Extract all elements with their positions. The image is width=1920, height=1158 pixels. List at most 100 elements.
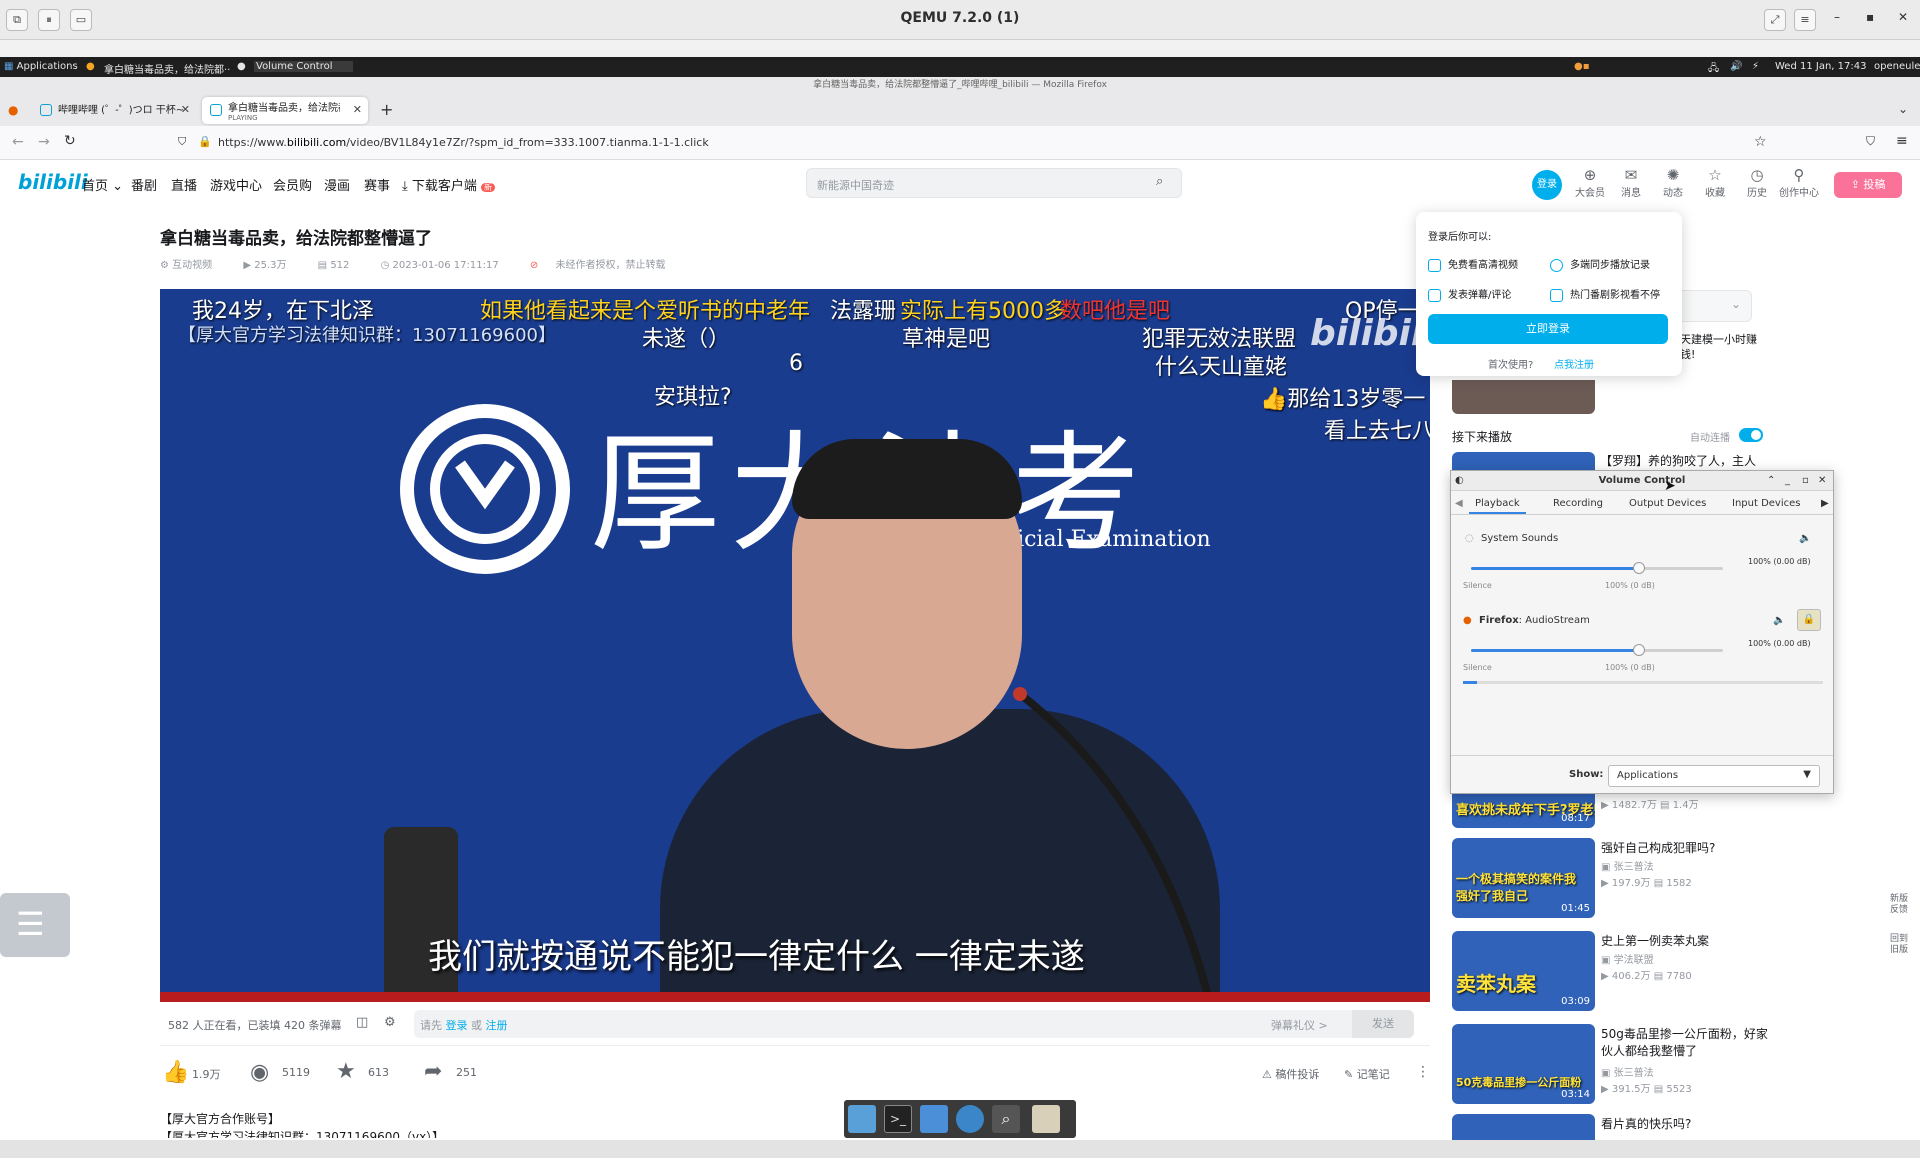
dm-register-link[interactable]: 注册 <box>486 1019 508 1032</box>
danmaku-input[interactable]: 请先 登录 或 注册 弹幕礼仪 > 发送 <box>414 1010 1414 1038</box>
url-bar[interactable]: https://www.bilibili.com/video/BV1L84y1e… <box>218 131 1813 155</box>
window-maximize-icon[interactable]: ▫ <box>1802 471 1809 491</box>
folder-icon[interactable] <box>1032 1105 1060 1133</box>
app-menu-icon[interactable]: ≡ <box>1896 133 1908 149</box>
tab-playback[interactable]: Playback <box>1469 498 1526 514</box>
autoplay-toggle[interactable] <box>1739 428 1763 442</box>
nav-match[interactable]: 赛事 <box>364 175 390 194</box>
volume-titlebar[interactable]: ◐ Volume Control ⌃ _ ▫ ✕ <box>1451 471 1833 491</box>
danmaku-etiquette[interactable]: 弹幕礼仪 > <box>1271 1017 1328 1033</box>
slider-knob[interactable] <box>1632 562 1645 574</box>
back-icon[interactable]: ← <box>12 134 24 150</box>
header-dynamic[interactable]: ✺ 动态 <box>1653 166 1693 199</box>
qemu-minimize-icon[interactable]: – <box>1834 10 1840 24</box>
tray-firefox-icon[interactable]: ●▪ <box>1574 61 1590 72</box>
nav-anime[interactable]: 番剧 <box>131 175 157 194</box>
reco-item[interactable]: 50克毒品里掺一公斤面粉 03:14 50g毒品里掺一公斤面粉，好家伙人都给我整懵… <box>1452 1024 1768 1104</box>
video-player[interactable]: 厚大法考 Judicial Examination 我24岁，在下北泽 如果他看… <box>160 289 1430 1002</box>
favorite-star-icon[interactable]: ★ <box>336 1059 356 1084</box>
window-close-icon[interactable]: ✕ <box>1818 471 1826 491</box>
tab-close-icon[interactable]: ✕ <box>181 103 190 116</box>
old-version-link[interactable]: 回到旧版 <box>1890 934 1912 956</box>
qemu-maximize-icon[interactable]: ▪ <box>1866 10 1874 24</box>
header-message[interactable]: ✉ 消息 <box>1611 166 1651 199</box>
qemu-fullscreen-icon[interactable]: ⤢ <box>1764 9 1786 31</box>
mute-icon[interactable]: 🔈 <box>1773 615 1785 626</box>
tab-bilibili-home[interactable]: 哔哩哔哩 (゜-゜)つロ 干杯~ ✕ <box>32 97 196 124</box>
feedback-link[interactable]: 新版反馈 <box>1890 894 1912 916</box>
lock-channels-icon[interactable]: 🔒 <box>1797 609 1821 631</box>
bilibili-logo[interactable]: bilibili <box>18 170 88 194</box>
applications-menu[interactable]: ▦ Applications <box>4 61 78 72</box>
like-icon[interactable]: 👍 <box>162 1060 189 1085</box>
network-icon[interactable]: 🖧 <box>1708 61 1719 78</box>
lock-icon[interactable]: 🔒 <box>198 135 212 148</box>
reco-item[interactable]: 看片真的快乐吗? <box>1452 1114 1752 1140</box>
send-button[interactable]: 发送 <box>1352 1010 1414 1038</box>
power-icon[interactable]: ⚡ <box>1752 61 1759 72</box>
show-select[interactable]: Applications ▼ <box>1608 765 1820 787</box>
progress-bar[interactable] <box>160 992 1430 1002</box>
nav-game[interactable]: 游戏中心 <box>210 175 262 194</box>
forward-icon[interactable]: → <box>38 134 50 150</box>
list-tabs-icon[interactable]: ⌄ <box>1898 102 1908 116</box>
coin-icon[interactable]: ◉ <box>250 1060 269 1085</box>
partial-thumbnail[interactable] <box>1452 380 1595 414</box>
firefox-stream-slider[interactable] <box>1471 644 1723 656</box>
nav-download[interactable]: ⤓ 下载客户端 新 <box>402 175 496 194</box>
register-link[interactable]: 点我注册 <box>1554 356 1594 371</box>
qemu-close-icon[interactable]: ✕ <box>1898 10 1908 24</box>
floating-menu-button[interactable]: ☰ <box>0 893 70 957</box>
header-history[interactable]: ◷ 历史 <box>1737 166 1777 199</box>
window-shade-icon[interactable]: ⌃ <box>1767 471 1775 491</box>
system-sounds-slider[interactable] <box>1471 562 1723 574</box>
search-icon[interactable]: ⌕ <box>1156 174 1163 189</box>
tabs-scroll-right-icon[interactable]: ▶ <box>1821 498 1829 509</box>
app-finder-icon[interactable]: ⌕ <box>992 1105 1020 1133</box>
partial-video-title[interactable]: 天建模一小时赚钱! <box>1680 332 1766 362</box>
pocket-icon[interactable]: ⛉ <box>1866 134 1875 149</box>
qemu-hamburger-icon[interactable]: ≡ <box>1794 9 1816 31</box>
next-video-title[interactable]: 【罗翔】养的狗咬了人，主人 <box>1600 452 1756 469</box>
tabs-scroll-left-icon[interactable]: ◀ <box>1455 498 1463 509</box>
task-firefox[interactable]: 拿白糖当毒品卖，给法院都··· <box>104 61 230 76</box>
bookmark-star-icon[interactable]: ☆ <box>1754 134 1767 150</box>
panel-clock[interactable]: Wed 11 Jan, 17:43 <box>1775 61 1866 72</box>
header-vip[interactable]: ⊕ 大会员 <box>1570 166 1610 199</box>
mute-icon[interactable]: 🔈 <box>1799 533 1811 544</box>
speaker-icon[interactable]: 🔊 <box>1730 61 1742 72</box>
upload-button[interactable]: ⇪ 投稿 <box>1834 172 1902 198</box>
new-tab-icon[interactable]: + <box>380 100 393 119</box>
tab-close-icon[interactable]: ✕ <box>353 103 362 116</box>
nav-home[interactable]: 首页 ⌄ <box>82 175 123 194</box>
web-browser-icon[interactable] <box>956 1105 984 1133</box>
notes-link[interactable]: ✎ 记笔记 <box>1344 1066 1390 1082</box>
nav-manga[interactable]: 漫画 <box>324 175 350 194</box>
tab-output-devices[interactable]: Output Devices <box>1629 498 1706 509</box>
slider-knob[interactable] <box>1632 644 1645 656</box>
nav-mall[interactable]: 会员购 <box>273 175 312 194</box>
danmaku-toggle-icon[interactable]: ◫ <box>356 1015 368 1030</box>
report-link[interactable]: ⚠ 稿件投诉 <box>1262 1066 1319 1082</box>
reco-item[interactable]: 卖苯丸案 03:09 史上第一例卖苯丸案 ▣ 学法联盟 ▶ 406.2万 ▤ 77… <box>1452 931 1752 1011</box>
share-icon[interactable]: ➦ <box>424 1059 442 1084</box>
nav-live[interactable]: 直播 <box>171 175 197 194</box>
terminal-icon[interactable]: >_ <box>884 1105 912 1133</box>
tab-recording[interactable]: Recording <box>1553 498 1603 509</box>
reco-item[interactable]: 一个极其搞笑的案件我强奸了我自己 01:45 强奸自己构成犯罪吗? ▣ 张三普法 … <box>1452 838 1752 918</box>
panel-user[interactable]: openeuler <box>1874 61 1920 72</box>
header-favorite[interactable]: ☆ 收藏 <box>1695 166 1735 199</box>
task-volume[interactable]: Volume Control <box>254 61 353 72</box>
search-input[interactable]: 新能源中国奇迹 <box>806 168 1182 198</box>
window-minimize-icon[interactable]: _ <box>1785 471 1790 491</box>
file-manager-icon[interactable] <box>920 1105 948 1133</box>
dm-login-link[interactable]: 登录 <box>446 1019 468 1032</box>
firefox-view-icon[interactable]: ● <box>8 103 18 117</box>
tab-video[interactable]: 拿白糖当毒品卖，给法院都 PLAYING ✕ <box>202 97 368 124</box>
shield-icon[interactable]: ⛉ <box>178 135 186 149</box>
more-icon[interactable]: ⋮ <box>1416 1064 1430 1080</box>
tab-input-devices[interactable]: Input Devices <box>1732 498 1800 509</box>
header-creator[interactable]: ⚲ 创作中心 <box>1779 166 1819 199</box>
danmaku-settings-icon[interactable]: ⚙ <box>384 1015 396 1030</box>
login-avatar[interactable]: 登录 <box>1532 170 1562 200</box>
